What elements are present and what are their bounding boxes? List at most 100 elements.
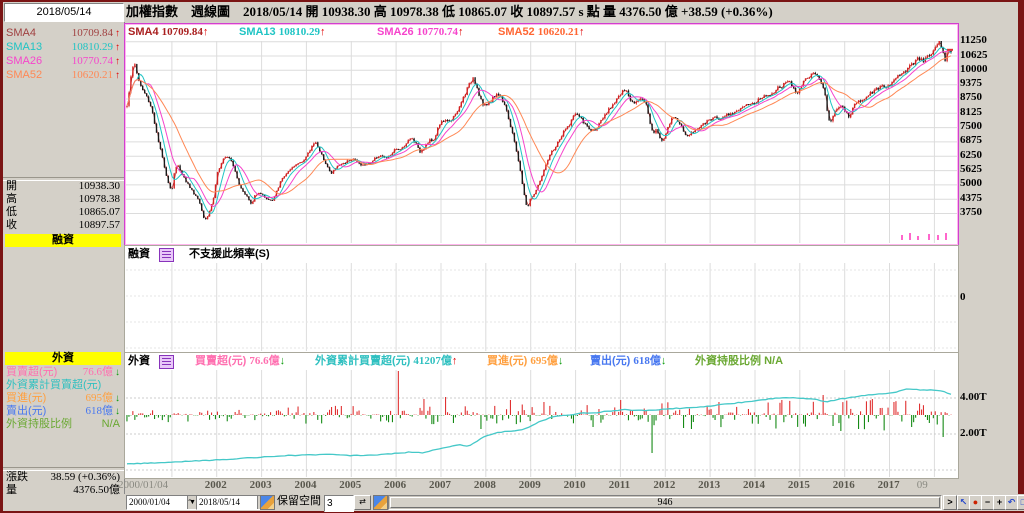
time-axis: 2000/01/04 2002 2003 2004 2005 2006 2007 2008 20… <box>118 479 1016 494</box>
window-button[interactable]: □ <box>1017 495 1024 510</box>
range-end-value: 2018/05/14 <box>199 497 241 507</box>
open-value: 10938.30 <box>78 180 120 192</box>
low-value: 10865.07 <box>78 206 120 218</box>
buy-label: 買進(元) <box>6 392 47 404</box>
legend-net-buy: 買賣超(元) 76.6億↓ <box>195 355 286 367</box>
open-label: 開 <box>6 180 17 192</box>
high-label: 高 <box>6 193 17 205</box>
sma52-label: SMA52 <box>6 69 43 81</box>
sma52-value: 10620.21 <box>71 69 113 81</box>
quote-sidebar: SMA4 10709.84 ↑ SMA13 10810.29 ↑ SMA26 1… <box>3 22 125 496</box>
foreign-flow-chart[interactable] <box>126 370 957 477</box>
net-buy-value: 76.6億 <box>82 366 113 378</box>
foreign-net-row: 買賣超(元) 76.6億 ↓ <box>6 366 120 379</box>
legend-sma26: SMA26 10770.74↑ <box>377 26 464 38</box>
margin-panel-header: 融資 不支援此頻率(S) <box>125 247 958 262</box>
sma13-value: 10810.29 <box>71 41 113 53</box>
price-axis: 11250 10625 10000 9375 8750 8125 7500 6875 6250 5… <box>958 0 1016 494</box>
main-chart-panel[interactable]: SMA4 10709.84↑ SMA13 10810.29↑ SMA26 107… <box>124 23 959 246</box>
axis-label: 9375 <box>960 77 982 90</box>
cum-net-buy-label: 外資累計買賣超(元) <box>6 379 102 391</box>
range-start-value: 2000/01/04 <box>129 497 171 507</box>
stepper-control[interactable]: ⇄ <box>354 495 371 510</box>
legend-sma13: SMA13 10810.29↑ <box>239 26 326 38</box>
scrollbar-thumb[interactable]: 946 <box>390 497 940 508</box>
time-axis-label: 2005 <box>339 479 362 491</box>
range-tilde: ~ <box>188 495 195 507</box>
foreign-panel[interactable]: 外資 買賣超(元) 76.6億↓ 外資累計買賣超(元) 41207億↑ 買進(元… <box>124 352 959 479</box>
up-arrow-icon: ↑ <box>115 28 120 39</box>
unsupported-frequency-message: 不支援此頻率(S) <box>189 248 270 260</box>
axis-label: 8125 <box>960 105 982 118</box>
axis-label: 11250 <box>960 34 987 47</box>
volume-label: 量 <box>6 484 17 496</box>
axis-label: 2.00T <box>960 426 987 439</box>
time-axis-label: 2006 <box>384 479 407 491</box>
axis-label: 10000 <box>960 62 988 75</box>
foreign-sell-row: 賣出(元) 618億 ↓ <box>6 405 120 418</box>
keep-space-label: 保留空間 <box>277 495 321 507</box>
axis-label: 4375 <box>960 191 982 204</box>
keep-space-input[interactable] <box>324 495 354 512</box>
sma26-label: SMA26 <box>6 55 43 67</box>
frame-top <box>0 0 1024 2</box>
time-axis-label: 2000/01/04 <box>117 479 169 491</box>
up-arrow-icon: ↑ <box>115 70 120 81</box>
frame-right <box>1018 0 1024 494</box>
axis-label: 6250 <box>960 148 982 161</box>
margin-panel[interactable]: 融資 不支援此頻率(S) <box>124 245 959 353</box>
sidebar-sma52-row: SMA52 10620.21 ↑ <box>6 69 120 82</box>
foreign-section-header[interactable]: 外資 <box>5 352 121 365</box>
time-scrollbar[interactable]: 946 <box>388 495 942 510</box>
trading-app-window: 2018/05/14 加權指數 週線圖 2018/05/14 開 10938.3… <box>0 0 1024 513</box>
time-axis-label: 2015 <box>787 479 810 491</box>
axis-label: 8750 <box>960 91 982 104</box>
net-buy-label: 買賣超(元) <box>6 366 58 378</box>
legend-sma4: SMA4 10709.84↑ <box>128 26 209 38</box>
margin-chart[interactable] <box>126 263 957 351</box>
foreign-holding-row: 外資持股比例 N/A <box>6 418 120 431</box>
close-label: 收 <box>6 219 17 231</box>
volume-value: 4376.50億 <box>73 484 120 496</box>
time-axis-label: 2002 <box>204 479 227 491</box>
margin-section-header[interactable]: 融資 <box>5 234 121 247</box>
axis-label: 5625 <box>960 163 982 176</box>
panel-menu-icon[interactable] <box>159 248 174 262</box>
axis-label: 5000 <box>960 177 982 190</box>
sell-label: 賣出(元) <box>6 405 47 417</box>
sidebar-sma4-row: SMA4 10709.84 ↑ <box>6 27 120 40</box>
time-axis-label: 2017 <box>877 479 900 491</box>
time-axis-label: 2009 <box>518 479 541 491</box>
sma13-label: SMA13 <box>6 41 43 53</box>
range-end-combo[interactable]: 2018/05/14 ▼ <box>196 495 268 510</box>
low-label: 低 <box>6 206 17 218</box>
scroll-right-button[interactable]: > <box>943 495 957 510</box>
up-arrow-icon: ↑ <box>115 42 120 53</box>
margin-panel-title: 融資 <box>128 248 150 260</box>
legend-cum-net-buy: 外資累計買賣超(元) 41207億↑ <box>315 355 458 367</box>
time-axis-label: 2016 <box>832 479 855 491</box>
pan-tool-icon[interactable] <box>373 495 388 510</box>
change-label: 漲跌 <box>6 471 28 483</box>
sidebar-sma13-row: SMA13 10810.29 ↑ <box>6 41 120 54</box>
time-axis-label: 2014 <box>743 479 766 491</box>
candlestick-chart[interactable] <box>126 41 957 243</box>
sidebar-sma26-row: SMA26 10770.74 ↑ <box>6 55 120 68</box>
holding-ratio-value: N/A <box>101 418 120 430</box>
down-arrow-icon: ↓ <box>115 393 120 404</box>
low-row: 低 10865.07 <box>6 206 120 219</box>
hand-tool-icon[interactable] <box>260 495 275 510</box>
change-value: 38.59 (+0.36%) <box>50 471 120 483</box>
time-axis-label: 2008 <box>473 479 496 491</box>
axis-label: 0 <box>960 290 966 303</box>
holding-ratio-label: 外資持股比例 <box>6 418 72 430</box>
down-arrow-icon: ↓ <box>115 406 120 417</box>
axis-label: 6875 <box>960 134 982 147</box>
time-axis-label: 2007 <box>429 479 452 491</box>
buy-value: 695億 <box>85 392 114 404</box>
scroll-position-value: 946 <box>657 497 673 508</box>
legend-sma52: SMA52 10620.21↑ <box>498 26 585 38</box>
high-row: 高 10978.38 <box>6 193 120 206</box>
panel-menu-icon[interactable] <box>159 355 174 369</box>
high-value: 10978.38 <box>78 193 120 205</box>
